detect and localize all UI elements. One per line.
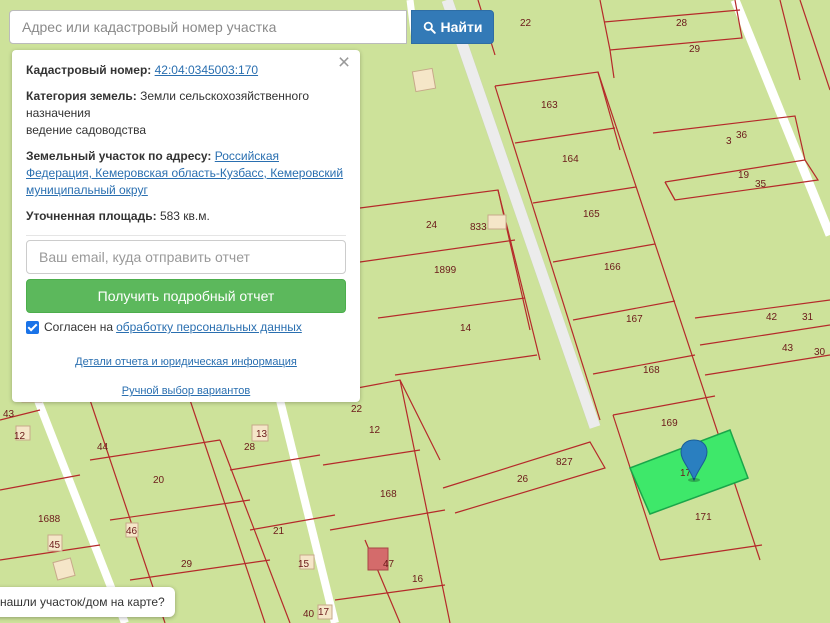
plot-number: 42 [766,312,778,323]
plot-number: 28 [676,18,688,29]
close-icon[interactable]: × [334,52,354,74]
search-button-label: Найти [440,19,483,35]
plot-number: 168 [380,489,397,500]
plot-number: 13 [256,429,268,440]
plot-number: 40 [303,609,315,620]
plot-number: 21 [273,526,285,537]
manual-select-link[interactable]: Ручной выбор вариантов [122,385,250,397]
consent-text: Согласен на [44,320,114,334]
plot-number: 29 [689,44,701,55]
search-icon [423,21,436,34]
parcel-info-panel: × Кадастровый номер: 42:04:0345003:170 К… [12,50,360,402]
details-row: Детали отчета и юридическая информация [26,354,346,371]
plot-number: 166 [604,262,621,273]
report-details-link[interactable]: Детали отчета и юридическая информация [75,356,297,368]
plot-number: 24 [426,220,438,231]
plot-number: 43 [782,343,794,354]
plot-number: 167 [626,314,643,325]
plot-number: 3 [726,136,732,147]
category-row: Категория земель: Земли сельскохозяйстве… [26,88,346,139]
address-row: Земельный участок по адресу: Российская … [26,148,346,199]
plot-number: 31 [802,312,814,323]
plot-number: 20 [153,475,165,486]
plot-number: 827 [556,457,573,468]
plot-number: 44 [97,442,109,453]
plot-number: 163 [541,100,558,111]
consent-checkbox[interactable] [26,321,39,334]
area-label: Уточненная площадь: [26,209,157,223]
plot-number: 22 [351,404,363,415]
plot-number: 29 [181,559,193,570]
plot-number: 30 [814,347,826,358]
plot-number: 171 [695,512,712,523]
plot-number: 168 [643,365,660,376]
plot-number: 22 [520,18,532,29]
privacy-policy-link[interactable]: обработку персональных данных [116,319,302,336]
cadastral-number-link[interactable]: 42:04:0345003:170 [155,63,258,77]
cadastral-row: Кадастровый номер: 42:04:0345003:170 [26,62,346,79]
plot-number: 19 [738,170,750,181]
manual-row: Ручной выбор вариантов [26,383,346,400]
plot-number: 12 [14,431,26,442]
plot-number: 15 [298,559,310,570]
search-button[interactable]: Найти [411,10,494,44]
search-input[interactable] [9,10,407,44]
plot-number: 1688 [38,514,61,525]
plot-number: 16 [412,574,424,585]
plot-number: 26 [517,474,529,485]
plot-number: 165 [583,209,600,220]
plot-number: 1899 [434,265,457,276]
plot-number: 28 [244,442,256,453]
email-field[interactable] [26,240,346,274]
plot-number: 12 [369,425,381,436]
plot-number: 17 [318,607,330,618]
address-label: Земельный участок по адресу: [26,149,212,163]
plot-number: 35 [755,179,767,190]
plot-number: 43 [3,409,15,420]
plot-number: 47 [383,559,395,570]
plot-number: 164 [562,154,579,165]
area-row: Уточненная площадь: 583 кв.м. [26,208,346,225]
plot-number: 14 [460,323,472,334]
area-value: 583 кв.м. [159,209,210,223]
consent-row: Согласен на обработку персональных данны… [26,319,346,336]
plot-number: 46 [126,526,138,537]
divider [26,235,346,236]
plot-number: 36 [736,130,748,141]
get-report-button[interactable]: Получить подробный отчет [26,279,346,313]
plot-number: 45 [49,540,61,551]
category-use: ведение садоводства [26,123,147,137]
category-label: Категория земель: [26,89,137,103]
plot-number: 833 [470,222,487,233]
cadastral-label: Кадастровый номер: [26,63,152,77]
help-bubble[interactable]: нашли участок/дом на карте? [0,587,175,617]
plot-number: 169 [661,418,678,429]
